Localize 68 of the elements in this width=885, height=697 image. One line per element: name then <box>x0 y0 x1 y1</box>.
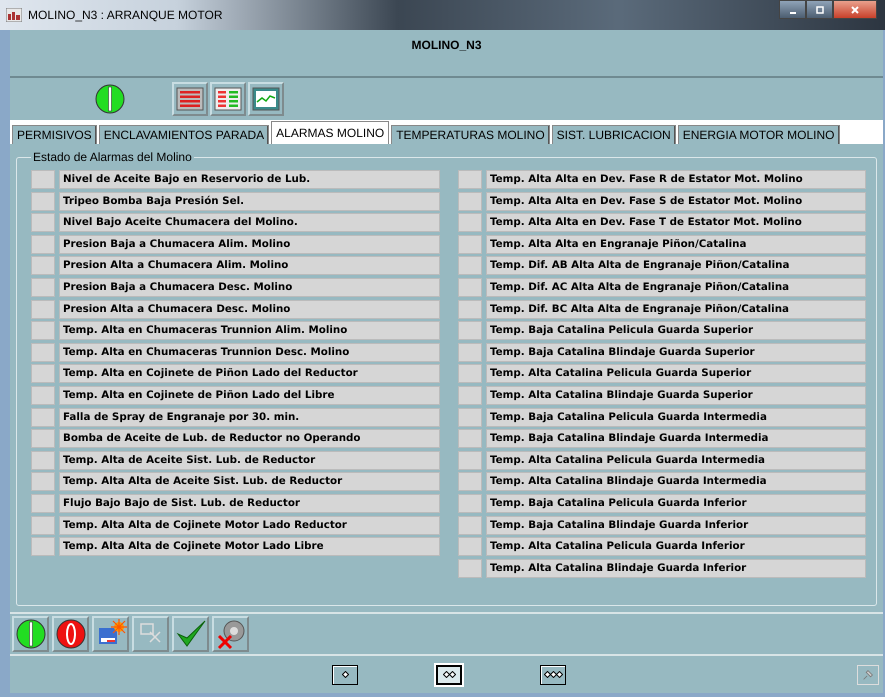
alarm-label: Temp. Alta Alta en Dev. Fase S de Estator Mot. Molino <box>486 192 866 211</box>
alarm-label: Temp. Alta Alta en Engranaje Piñon/Catalina <box>486 234 866 254</box>
dots-icon <box>544 671 562 678</box>
tab[interactable]: SIST. LUBRICACION <box>552 125 676 144</box>
alarm-label: Temp. Alta Catalina Pelicula Guarda Intermedia <box>486 450 866 470</box>
stop-button[interactable] <box>52 616 89 652</box>
alarm-label: Temp. Alta Catalina Pelicula Guarda Superior <box>486 364 866 384</box>
alarm-label: Temp. Alta Alta de Aceite Sist. Lub. de Reductor <box>59 472 440 492</box>
alarm-label: Temp. Baja Catalina Pelicula Guarda Intermedia <box>486 408 866 427</box>
alarm-label: Presion Baja a Chumacera Desc. Molino <box>59 278 440 297</box>
alarm-label: Temp. Alta Catalina Blindaje Guarda Intermedia <box>486 472 866 492</box>
start-button[interactable] <box>12 616 49 652</box>
alarm-label: Nivel Bajo Aceite Chumacera del Molino. <box>59 213 440 232</box>
screen-title: MOLINO_N3 <box>411 38 482 54</box>
pin-button[interactable] <box>857 664 879 684</box>
alarm-label: Temp. Alta Alta de Cojinete Motor Lado Libre <box>59 537 440 556</box>
alarm-label: Temp. Baja Catalina Blindaje Guarda Superior <box>486 342 866 362</box>
alarm-label: Temp. Alta Catalina Blindaje Guarda Superior <box>486 386 866 405</box>
dots-icon <box>342 671 348 678</box>
tab[interactable]: ALARMAS MOLINO <box>271 121 390 144</box>
tab[interactable]: TEMPERATURAS MOLINO <box>391 125 550 144</box>
alarm-label: Temp. Baja Catalina Blindaje Guarda Intermedia <box>486 429 866 448</box>
alarm-label: Flujo Bajo Bajo de Sist. Lub. de Reductor <box>59 494 440 513</box>
alarm-label: Temp. Dif. BC Alta Alta de Engranaje Piñon/Catalina <box>486 300 866 319</box>
window-title: MOLINO_N3 : ARRANQUE MOTOR <box>28 8 222 22</box>
status-list-button[interactable] <box>210 82 246 116</box>
alarm-label: Temp. Alta en Cojinete de Piñon Lado del Reductor <box>59 364 440 384</box>
tab[interactable]: PERMISIVOS <box>12 125 97 144</box>
minimize-icon <box>790 12 796 14</box>
alarm-label: Temp. Dif. AC Alta Alta de Engranaje Piñon/Catalina <box>486 278 866 297</box>
alarm-label: Tripeo Bomba Baja Presión Sel. <box>59 192 440 211</box>
view-button[interactable] <box>332 664 358 684</box>
dots-icon <box>442 671 456 678</box>
alarm-label: Temp. Baja Catalina Pelicula Guarda Inferior <box>486 494 866 513</box>
alarm-label: Temp. Alta en Cojinete de Piñon Lado del Libre <box>59 386 440 405</box>
close-icon <box>850 4 860 14</box>
alarm-list-button[interactable] <box>172 82 208 116</box>
alarm-label: Temp. Dif. AB Alta Alta de Engranaje Piñon/Catalina <box>486 256 866 276</box>
trend-button[interactable] <box>248 82 284 116</box>
alarm-label: Temp. Alta en Chumaceras Trunnion Desc. Molino <box>59 342 440 362</box>
maximize-icon <box>814 4 824 14</box>
group-title: Estado de Alarmas del Molino <box>32 150 193 164</box>
tab[interactable]: ENERGIA MOTOR MOLINO <box>678 125 840 144</box>
view-button[interactable] <box>436 664 462 684</box>
accept-button[interactable] <box>172 616 209 652</box>
alarm-label: Temp. Alta Alta en Dev. Fase T de Estator Mot. Molino <box>486 213 866 232</box>
alarm-label: Temp. Baja Catalina Pelicula Guarda Superior <box>486 321 866 340</box>
tab[interactable]: ENCLAVAMIENTOS PARADA <box>98 125 270 144</box>
alarm-label: Temp. Alta Catalina Blindaje Guarda Inferior <box>486 558 866 578</box>
app-icon <box>6 8 22 22</box>
alarm-label: Presion Alta a Chumacera Desc. Molino <box>59 300 440 319</box>
pin-icon <box>861 668 875 682</box>
alarm-label: Temp. Alta de Aceite Sist. Lub. de Reductor <box>59 450 440 470</box>
alarm-label: Nivel de Aceite Bajo en Reservorio de Lub. <box>59 170 440 189</box>
alarm-label: Temp. Alta en Chumaceras Trunnion Alim. Molino <box>59 321 440 340</box>
alarm-label: Falla de Spray de Engranaje por 30. min. <box>59 408 440 427</box>
alarm-label: Temp. Alta Catalina Pelicula Guarda Inferior <box>486 537 866 556</box>
alarm-label: Temp. Baja Catalina Blindaje Guarda Inferior <box>486 516 866 534</box>
alarm-label: Presion Baja a Chumacera Alim. Molino <box>59 234 440 254</box>
close-button[interactable] <box>833 0 877 19</box>
alarm-label: Temp. Alta Alta de Cojinete Motor Lado Reductor <box>59 516 440 534</box>
alarm-label: Temp. Alta Alta en Dev. Fase R de Estator Mot. Molino <box>486 170 866 189</box>
alarm-label: Bomba de Aceite de Lub. de Reductor no Operando <box>59 429 440 448</box>
cancel-button[interactable] <box>212 616 249 652</box>
minimize-button[interactable] <box>779 0 806 19</box>
alarm-label: Presion Alta a Chumacera Alim. Molino <box>59 256 440 276</box>
view-button[interactable] <box>540 664 566 684</box>
maximize-button[interactable] <box>806 0 833 19</box>
